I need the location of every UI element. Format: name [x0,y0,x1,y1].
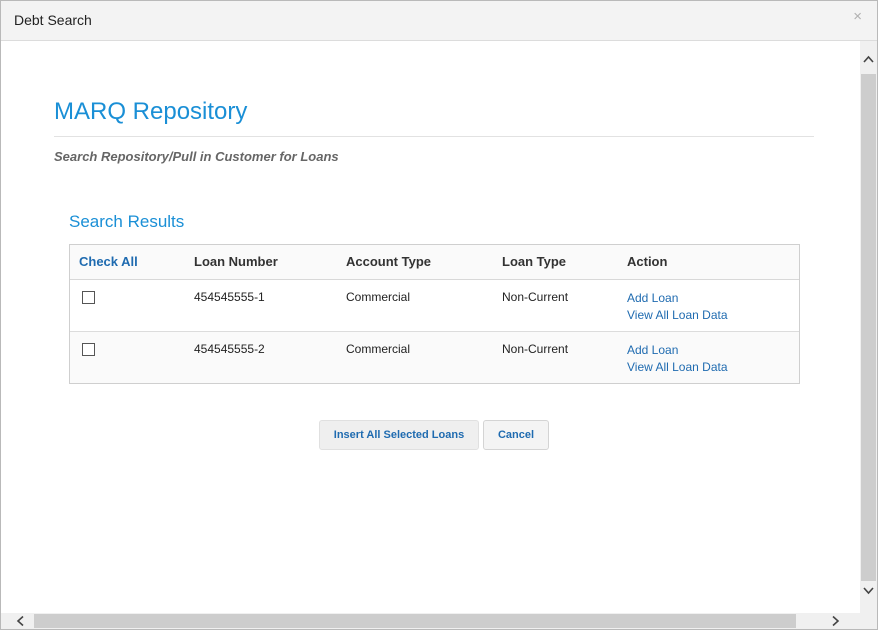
column-header-action: Action [627,254,668,269]
add-loan-link[interactable]: Add Loan [627,290,728,307]
scroll-up-icon[interactable] [860,51,877,68]
row-checkbox[interactable] [82,343,95,356]
scrollbar-corner [860,613,877,629]
insert-all-selected-loans-button[interactable]: Insert All Selected Loans [319,420,479,450]
scroll-down-icon[interactable] [860,582,877,599]
column-header-account-type: Account Type [346,254,431,269]
loan-number-cell: 454545555-1 [194,290,265,304]
column-header-loan-type: Loan Type [502,254,567,269]
row-actions: Add Loan View All Loan Data [627,290,728,324]
search-results-title: Search Results [69,212,185,231]
row-actions: Add Loan View All Loan Data [627,342,728,376]
title-divider [54,136,814,137]
dialog-title: Debt Search [14,12,92,28]
loan-number-cell: 454545555-2 [194,342,265,356]
page-title: MARQ Repository [54,98,248,125]
table-header: Check All Loan Number Account Type Loan … [70,245,799,280]
close-icon[interactable]: × [853,8,862,25]
vertical-scroll-thumb[interactable] [861,74,876,581]
view-all-loan-data-link[interactable]: View All Loan Data [627,359,728,376]
account-type-cell: Commercial [346,342,411,356]
results-table: Check All Loan Number Account Type Loan … [69,244,800,384]
view-all-loan-data-link[interactable]: View All Loan Data [627,307,728,324]
row-checkbox[interactable] [82,291,95,304]
debt-search-dialog: Debt Search × MARQ Repository Search Rep… [0,0,878,630]
horizontal-scroll-thumb[interactable] [34,614,796,628]
horizontal-scrollbar[interactable] [1,613,860,629]
check-all-link[interactable]: Check All [79,254,138,269]
add-loan-link[interactable]: Add Loan [627,342,728,359]
dialog-titlebar: Debt Search × [1,1,877,41]
vertical-scrollbar[interactable] [860,41,877,613]
scroll-left-icon[interactable] [12,613,29,629]
loan-type-cell: Non-Current [502,342,569,356]
table-row: 454545555-2 Commercial Non-Current Add L… [70,331,799,383]
table-row: 454545555-1 Commercial Non-Current Add L… [70,280,799,331]
page-subtitle: Search Repository/Pull in Customer for L… [54,149,339,164]
loan-type-cell: Non-Current [502,290,569,304]
cancel-button[interactable]: Cancel [483,420,549,450]
scroll-right-icon[interactable] [827,613,844,629]
dialog-content: MARQ Repository Search Repository/Pull i… [1,41,860,613]
account-type-cell: Commercial [346,290,411,304]
column-header-loan-number: Loan Number [194,254,278,269]
